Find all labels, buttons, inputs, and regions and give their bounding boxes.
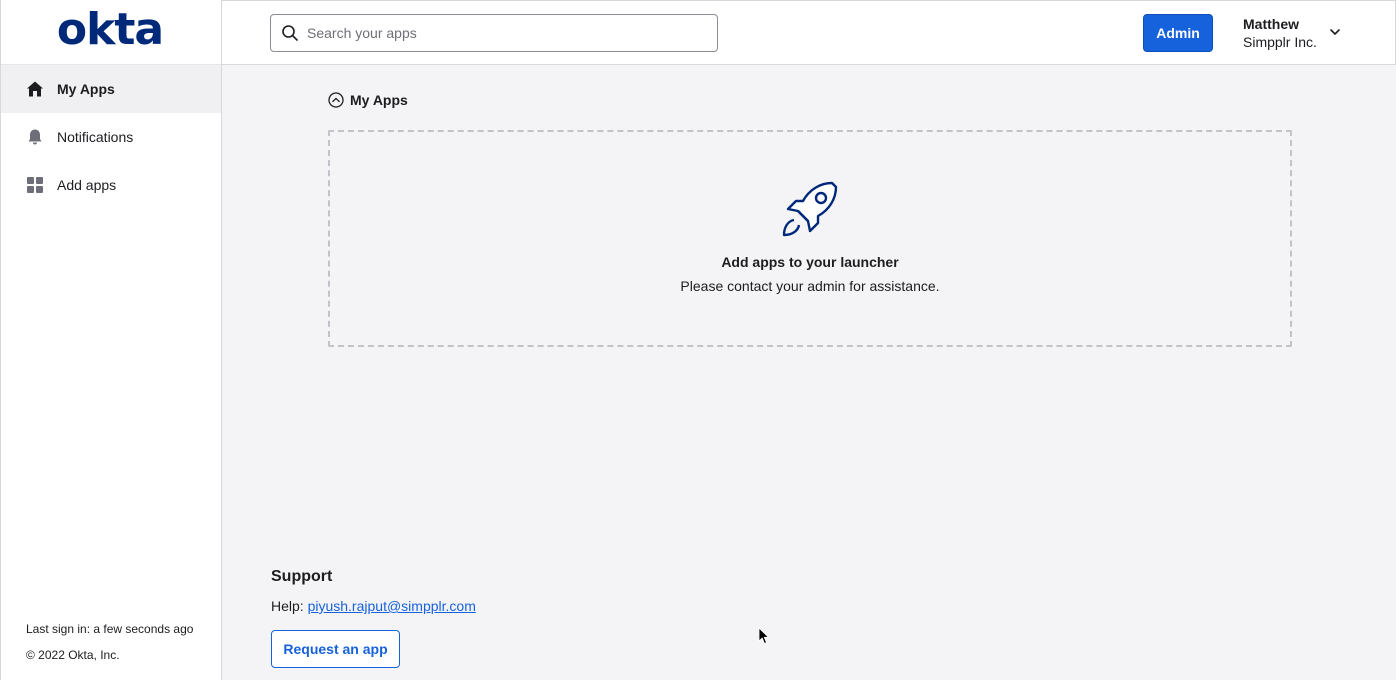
sidebar-item-my-apps[interactable]: My Apps (1, 65, 221, 113)
search-input[interactable] (307, 25, 707, 41)
request-app-button[interactable]: Request an app (271, 630, 400, 668)
help-email-link[interactable]: piyush.rajput@simpplr.com (308, 598, 476, 614)
my-apps-section-toggle[interactable]: My Apps (328, 92, 408, 108)
empty-state-subtitle: Please contact your admin for assistance… (680, 278, 940, 294)
sidebar-item-label: Add apps (57, 177, 117, 193)
chevron-up-circle-icon (328, 92, 344, 108)
sidebar-item-add-apps[interactable]: Add apps (1, 161, 221, 209)
rocket-icon (776, 177, 842, 248)
grid-icon (25, 175, 45, 195)
chevron-down-icon[interactable] (1329, 25, 1341, 43)
user-menu[interactable]: Matthew Simpplr Inc. (1243, 15, 1317, 51)
last-sign-in-text: Last sign in: a few seconds ago (26, 622, 194, 636)
bell-icon (25, 127, 45, 147)
user-name: Matthew (1243, 16, 1299, 32)
logo-container: okta (1, 0, 221, 65)
search-box[interactable] (270, 14, 718, 52)
sidebar-item-label: My Apps (57, 81, 115, 97)
support-section: Support Help: piyush.rajput@simpplr.com (271, 568, 476, 614)
user-org: Simpplr Inc. (1243, 34, 1317, 50)
search-icon (281, 24, 299, 42)
copyright-text: © 2022 Okta, Inc. (26, 648, 120, 662)
empty-apps-panel: Add apps to your launcher Please contact… (328, 130, 1292, 347)
sidebar-item-label: Notifications (57, 129, 134, 145)
admin-button[interactable]: Admin (1143, 14, 1213, 52)
top-header: Admin Matthew Simpplr Inc. (222, 0, 1396, 65)
sidebar-item-notifications[interactable]: Notifications (1, 113, 221, 161)
sidebar: okta My Apps Notifications Add apps Last… (0, 0, 222, 680)
mouse-cursor-icon (758, 627, 770, 650)
help-prefix: Help: (271, 598, 304, 614)
sidebar-footer: Last sign in: a few seconds ago © 2022 O… (26, 622, 193, 674)
support-title: Support (271, 568, 333, 585)
empty-state-title: Add apps to your launcher (721, 254, 899, 270)
home-icon (25, 79, 45, 99)
okta-logo[interactable]: okta (57, 8, 164, 52)
help-line: Help: piyush.rajput@simpplr.com (271, 598, 476, 614)
section-title: My Apps (350, 92, 408, 108)
